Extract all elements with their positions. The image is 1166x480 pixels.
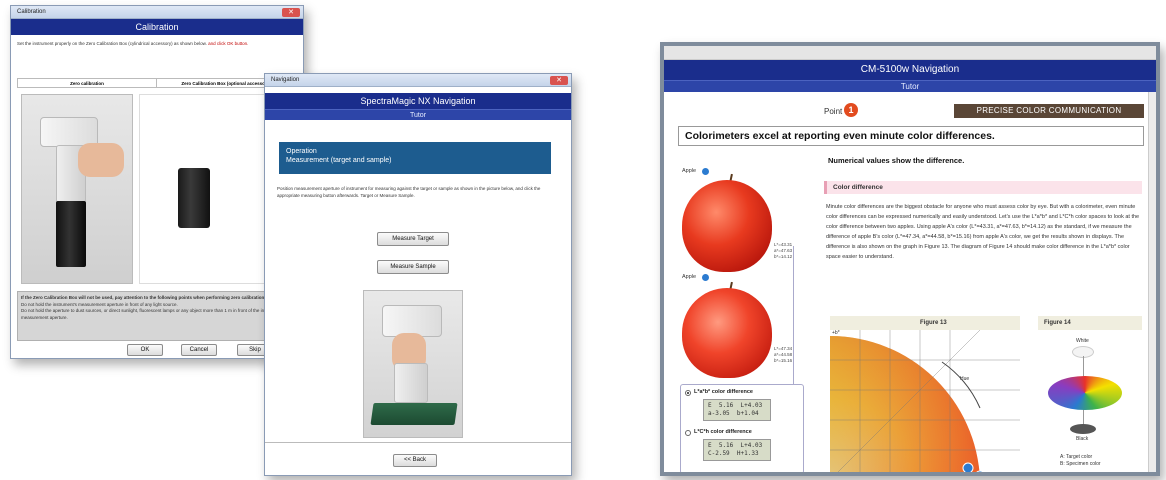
figure-13-label: Figure 13 [830,316,1020,330]
lab-radio[interactable] [685,390,691,396]
calibration-window: Calibration ✕ Calibration Set the instru… [10,5,304,359]
chart-y-axis-label: +b* [832,330,840,336]
cm-banner: CM-5100w Navigation [664,60,1156,80]
operation-title: Operation [286,148,317,155]
lab-diff-title: L*a*b* color difference [694,389,753,395]
operation-description: Position measurement aperture of instrum… [277,186,541,198]
calibration-warning: If the Zero Calibration Box will not be … [17,291,299,341]
color-difference-text: Minute color differences are the biggest… [826,204,1140,260]
color-solid-diagram: White Black [1040,338,1140,450]
calibration-title: Calibration [17,9,46,15]
measure-sample-button[interactable]: Measure Sample [377,260,449,274]
navigation-subbanner: Tutor [265,109,571,120]
measure-target-button[interactable]: Measure Target [377,232,449,246]
precise-color-label: PRECISE COLOR COMMUNICATION [954,104,1144,118]
chart-hue-label: Hue [960,376,970,382]
point-label: Point [824,107,843,116]
navigation-window: Navigation ✕ SpectraMagic NX Navigation … [264,73,572,476]
apple-a-label: Apple [682,168,697,174]
black-label: Black [1076,436,1089,442]
calibration-titlebar: Calibration ✕ [11,6,303,19]
cm-navigation-window: CM-5100w Navigation Tutor Point 1 PRECIS… [660,42,1160,476]
instrument-photo [21,94,133,284]
calibration-column-headers: Zero calibration Zero Calibration Box (o… [17,78,297,88]
figure-legend: A: Target color B: Specimen color [1060,454,1101,467]
calibration-body: Set the instrument properly on the Zero … [11,36,303,358]
navigation-banner: SpectraMagic NX Navigation [265,93,571,109]
close-icon[interactable]: ✕ [550,76,568,85]
numerical-heading: Numerical values show the difference. [828,156,965,165]
cancel-button[interactable]: Cancel [181,344,217,356]
measurement-photo [363,290,463,438]
white-label: White [1076,338,1089,344]
lab-diff-display: E 5.16 L+4.03 a-3.05 b+1.04 [703,399,771,421]
apple-b-image [682,288,772,378]
divider [265,442,571,443]
operation-subtitle: Measurement (target and sample) [286,157,392,164]
close-icon[interactable]: ✕ [282,8,300,17]
column-header: Zero calibration [18,79,157,87]
lch-diff-display: E 5.16 L+4.03 C-2.59 H+1.33 [703,439,771,461]
zero-calibration-box [178,168,210,228]
apple-a-info-icon[interactable] [702,168,709,175]
lch-radio[interactable] [685,430,691,436]
apple-a-image [682,180,772,272]
navigation-title: Navigation [271,77,300,83]
navigation-titlebar: Navigation ✕ [265,74,571,87]
color-space-chart: +b* Hue [830,330,1020,472]
apple-b-label: Apple [682,274,697,280]
point-badge: 1 [844,103,858,117]
lch-diff-title: L*C*h color difference [694,429,752,435]
page-headline: Colorimeters excel at reporting even min… [678,126,1144,146]
calibration-banner: Calibration [11,19,303,35]
figure-14-label: Figure 14 [1038,316,1142,330]
operation-box: Operation Measurement (target and sample… [279,142,551,174]
cm-titlebar [664,46,1156,60]
difference-panel: L*a*b* color difference E 5.16 L+4.03 a-… [680,384,804,472]
calibration-instruction: Set the instrument properly on the Zero … [17,41,249,46]
back-button[interactable]: << Back [393,454,437,467]
ok-button[interactable]: OK [127,344,163,356]
cm-subbanner: Tutor [664,80,1156,92]
apple-b-info-icon[interactable] [702,274,709,281]
scrollbar[interactable] [1148,92,1156,472]
color-difference-title: Color difference [824,181,1142,194]
